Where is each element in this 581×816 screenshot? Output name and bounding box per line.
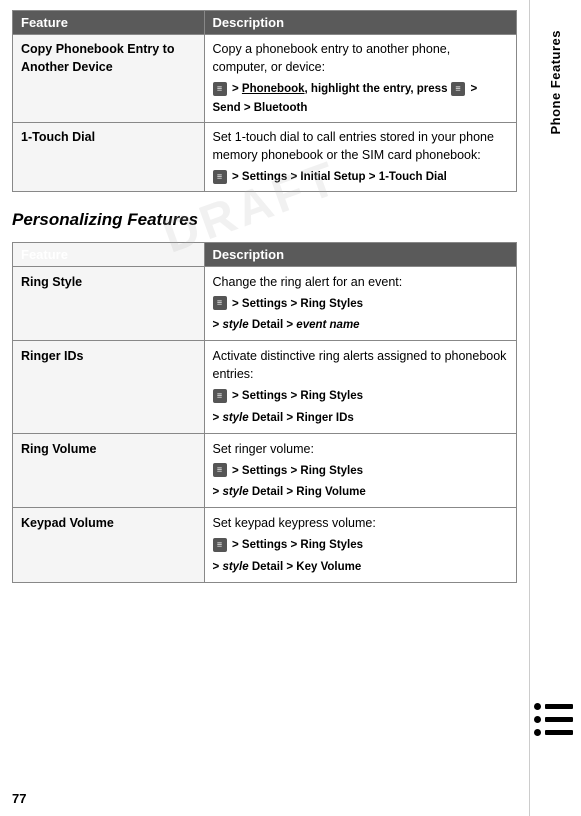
table-row: Ring Style Change the ring alert for an … [13, 266, 517, 340]
sidebar-dots [534, 703, 573, 736]
menu-line: > Settings > Ring Styles [213, 461, 508, 480]
menu-icon [213, 82, 227, 96]
feature-ring-volume: Ring Volume [13, 433, 205, 507]
features-table-header-description: Description [204, 242, 516, 266]
menu-path-text: > Phonebook, highlight the entry, press [232, 83, 447, 95]
desc-text: Set 1-touch dial to call entries stored … [213, 130, 494, 162]
menu-line: > Settings > Ring Styles [213, 535, 508, 554]
line-decoration [545, 717, 573, 722]
desc-copy-phonebook: Copy a phonebook entry to another phone,… [204, 35, 516, 123]
features-table-header-feature: Feature [13, 242, 205, 266]
dot [534, 729, 541, 736]
menu-path-2: > style Detail > Ringer IDs [213, 412, 354, 424]
dot-row-1 [534, 703, 573, 710]
dot-row-3 [534, 729, 573, 736]
menu-line-2: > style Detail > event name [213, 315, 508, 334]
features-table: Feature Description Ring Style Change th… [12, 242, 517, 583]
menu-icon [213, 296, 227, 310]
menu-path-2: > style Detail > Ring Volume [213, 486, 366, 498]
desc-keypad-volume: Set keypad keypress volume: > Settings >… [204, 508, 516, 582]
desc-ring-volume: Set ringer volume: > Settings > Ring Sty… [204, 433, 516, 507]
menu-path: > Settings > Ring Styles [232, 298, 363, 310]
table-row: Ring Volume Set ringer volume: > Setting… [13, 433, 517, 507]
menu-icon [213, 389, 227, 403]
desc-text: Copy a phonebook entry to another phone,… [213, 42, 451, 74]
page-number: 77 [12, 791, 26, 806]
dot-row-2 [534, 716, 573, 723]
desc-text: Set ringer volume: [213, 442, 314, 456]
menu-path: > Settings > Ring Styles [232, 390, 363, 402]
table-row: Copy Phonebook Entry to Another Device C… [13, 35, 517, 123]
feature-ringer-ids: Ringer IDs [13, 340, 205, 433]
right-sidebar: Phone Features [529, 0, 581, 816]
sidebar-phone-features-label: Phone Features [548, 30, 563, 135]
line-decoration [545, 704, 573, 709]
table-row: Keypad Volume Set keypad keypress volume… [13, 508, 517, 582]
dot [534, 716, 541, 723]
menu-line-2: > style Detail > Key Volume [213, 557, 508, 576]
dot [534, 703, 541, 710]
desc-text: Activate distinctive ring alerts assigne… [213, 349, 507, 381]
menu-line-2: > style Detail > Ringer IDs [213, 408, 508, 427]
menu-icon-2 [451, 82, 465, 96]
menu-icon [213, 538, 227, 552]
menu-line: > Settings > Ring Styles [213, 386, 508, 405]
menu-line: > Settings > Ring Styles [213, 294, 508, 313]
desc-1touch-dial: Set 1-touch dial to call entries stored … [204, 122, 516, 191]
main-content: Feature Description Copy Phonebook Entry… [0, 0, 529, 593]
menu-line: > Settings > Initial Setup > 1-Touch Dia… [213, 167, 508, 186]
desc-text: Change the ring alert for an event: [213, 275, 403, 289]
section-heading-personalizing: Personalizing Features [12, 210, 517, 230]
feature-copy-phonebook: Copy Phonebook Entry to Another Device [13, 35, 205, 123]
menu-line: > Phonebook, highlight the entry, press … [213, 79, 508, 116]
menu-path-2: > style Detail > Key Volume [213, 561, 362, 573]
desc-ringer-ids: Activate distinctive ring alerts assigne… [204, 340, 516, 433]
table-row: Ringer IDs Activate distinctive ring ale… [13, 340, 517, 433]
top-table-header-feature: Feature [13, 11, 205, 35]
feature-ring-style: Ring Style [13, 266, 205, 340]
top-table-header-description: Description [204, 11, 516, 35]
menu-path-2: > style Detail > event name [213, 319, 360, 331]
menu-path: > Settings > Ring Styles [232, 465, 363, 477]
table-row: 1-Touch Dial Set 1-touch dial to call en… [13, 122, 517, 191]
desc-ring-style: Change the ring alert for an event: > Se… [204, 266, 516, 340]
desc-text: Set keypad keypress volume: [213, 516, 376, 530]
menu-icon [213, 170, 227, 184]
feature-1touch-dial: 1-Touch Dial [13, 122, 205, 191]
menu-path: > Settings > Ring Styles [232, 539, 363, 551]
page-container: Feature Description Copy Phonebook Entry… [0, 0, 581, 816]
feature-keypad-volume: Keypad Volume [13, 508, 205, 582]
line-decoration [545, 730, 573, 735]
top-table: Feature Description Copy Phonebook Entry… [12, 10, 517, 192]
menu-line-2: > style Detail > Ring Volume [213, 482, 508, 501]
menu-path-text: > Settings > Initial Setup > 1-Touch Dia… [232, 171, 447, 183]
menu-icon [213, 463, 227, 477]
